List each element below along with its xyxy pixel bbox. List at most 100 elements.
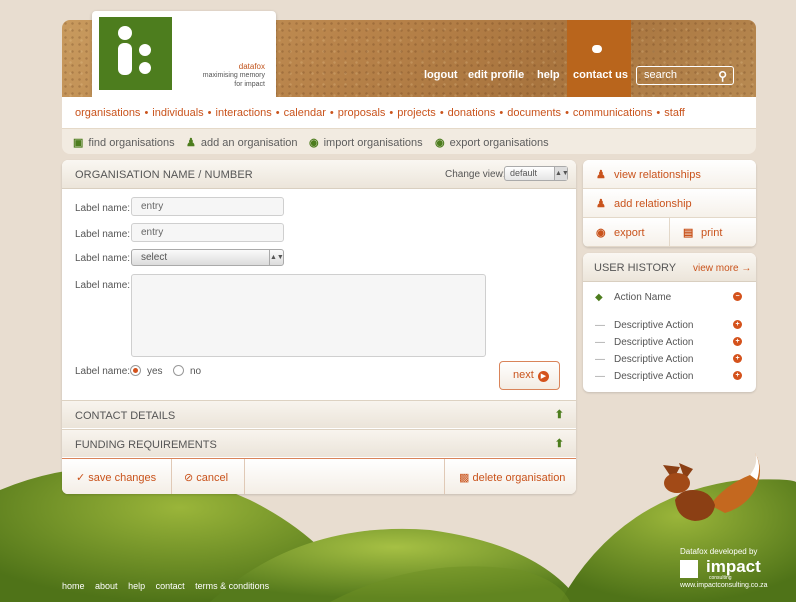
menu-item-calendar[interactable]: calendar	[284, 107, 326, 119]
menu-item-communications[interactable]: communications	[573, 107, 652, 119]
find-organisations-link[interactable]: ▣ find organisations	[73, 136, 175, 149]
footer-about-link[interactable]: about	[95, 581, 118, 591]
action-name: Action Name	[614, 292, 672, 303]
minus-icon[interactable]: −	[733, 292, 742, 301]
menu-item-proposals[interactable]: proposals	[338, 107, 386, 119]
impact-logo-icon	[680, 560, 698, 578]
footer-links: home about help contact terms & conditio…	[62, 581, 277, 591]
arrow-right-icon: →	[741, 263, 752, 274]
field-label: Label name:	[75, 203, 131, 214]
search-icon[interactable]: ⚲	[718, 69, 727, 83]
check-circle-icon: ✓	[76, 472, 86, 484]
footer-terms-link[interactable]: terms & conditions	[195, 581, 269, 591]
search-placeholder: search	[644, 69, 678, 81]
dash-icon: —	[595, 354, 605, 365]
menu-separator: •	[499, 107, 504, 119]
find-organisations-label: find organisations	[88, 137, 175, 149]
edit-profile-link[interactable]: edit profile	[468, 69, 524, 81]
print-button[interactable]: ▤ print	[670, 218, 756, 247]
entry-field-2[interactable]: entry	[131, 223, 284, 242]
cancel-button[interactable]: ⊘ cancel	[184, 471, 228, 484]
cancel-label: cancel	[196, 472, 229, 484]
plus-icon[interactable]: +	[733, 354, 742, 363]
menu-item-donations[interactable]: donations	[448, 107, 496, 119]
add-person-icon: ♟	[186, 137, 196, 149]
arrow-right-icon: ▶	[538, 371, 549, 382]
textarea-field[interactable]	[131, 274, 486, 357]
search-input[interactable]: search ⚲	[636, 66, 734, 85]
funding-requirements-section[interactable]: FUNDING REQUIREMENTS ⬆	[62, 429, 576, 457]
change-view-select[interactable]: default ▲▼	[504, 166, 569, 181]
datafox-logo[interactable]	[99, 17, 172, 90]
menu-item-individuals[interactable]: individuals	[152, 107, 203, 119]
add-relationship-label: add relationship	[614, 198, 692, 210]
expand-up-icon[interactable]: ⬆	[555, 408, 564, 421]
menu-separator: •	[389, 107, 394, 119]
field-label: Label name:	[75, 280, 131, 291]
export-button[interactable]: ◉ export	[583, 218, 670, 247]
change-view-label: Change view:	[445, 169, 506, 180]
help-link[interactable]: help	[537, 69, 560, 81]
footer-contact-link[interactable]: contact	[156, 581, 185, 591]
dash-icon: —	[595, 320, 605, 331]
history-item-label: Descriptive Action	[614, 371, 694, 382]
main-menu: organisations • individuals • interactions • c…	[62, 97, 756, 128]
view-relationships-button[interactable]: ♟ view relationships	[583, 160, 756, 189]
add-organisation-link[interactable]: ♟ add an organisation	[186, 136, 298, 149]
logo-mark-icon	[118, 26, 151, 75]
panel-footer: ✓ save changes ⊘ cancel ▩ delete organis…	[62, 458, 576, 494]
menu-separator: •	[329, 107, 334, 119]
export-organisations-link[interactable]: ◉ export organisations	[435, 136, 549, 149]
developer-credit[interactable]: Datafox developed by impact consulting w…	[680, 547, 780, 589]
radio-yes-label: yes	[147, 366, 163, 377]
contact-us-link[interactable]: contact us	[573, 69, 628, 81]
import-organisations-link[interactable]: ◉ import organisations	[309, 136, 423, 149]
add-person-icon: ♟	[596, 198, 606, 210]
export-label: export	[614, 227, 645, 239]
radio-no[interactable]	[173, 365, 184, 376]
brand-text: datafox maximising memory for impact	[180, 62, 265, 89]
user-history-panel: USER HISTORY view more → ◆ Action Name −…	[583, 253, 756, 392]
history-item-label: Descriptive Action	[614, 337, 694, 348]
impact-name: impact	[706, 557, 761, 576]
tag-icon: ◆	[595, 292, 603, 303]
plus-icon[interactable]: +	[733, 320, 742, 329]
contact-details-section[interactable]: CONTACT DETAILS ⬆	[62, 400, 576, 428]
menu-item-staff[interactable]: staff	[664, 107, 685, 119]
brand-tagline-2: for impact	[234, 81, 265, 88]
contact-highlight	[567, 20, 631, 97]
trash-icon: ▩	[459, 472, 470, 484]
view-more-label: view more	[693, 263, 739, 274]
magnifier-icon: ▣	[73, 137, 84, 149]
side-actions: ♟ view relationships ♟ add relationship …	[583, 160, 756, 247]
plus-icon[interactable]: +	[733, 337, 742, 346]
save-changes-button[interactable]: ✓ save changes	[76, 471, 156, 484]
menu-separator: •	[656, 107, 661, 119]
menu-item-projects[interactable]: projects	[397, 107, 436, 119]
add-relationship-button[interactable]: ♟ add relationship	[583, 189, 756, 218]
plus-icon[interactable]: +	[733, 371, 742, 380]
add-organisation-label: add an organisation	[200, 137, 298, 149]
select-value: select	[141, 252, 168, 263]
expand-up-icon[interactable]: ⬆	[555, 437, 564, 450]
menu-separator: •	[144, 107, 149, 119]
view-more-link[interactable]: view more →	[693, 263, 751, 274]
fox-illustration	[663, 453, 760, 521]
logout-link[interactable]: logout	[424, 69, 458, 81]
menu-item-organisations[interactable]: organisations	[75, 107, 140, 119]
menu-item-interactions[interactable]: interactions	[216, 107, 272, 119]
select-field[interactable]: select ▲▼	[131, 249, 284, 266]
footer-help-link[interactable]: help	[128, 581, 145, 591]
radio-no-label: no	[190, 366, 202, 377]
updown-icon: ▲▼	[269, 250, 284, 265]
export-icon: ◉	[435, 137, 445, 149]
entry-field-1[interactable]: entry	[131, 197, 284, 216]
radio-yes[interactable]	[130, 365, 141, 376]
user-history-header: USER HISTORY view more →	[583, 253, 756, 282]
delete-organisation-button[interactable]: ▩ delete organisation	[459, 471, 565, 484]
menu-item-documents[interactable]: documents	[507, 107, 561, 119]
next-button[interactable]: next ▶	[499, 361, 560, 390]
updown-icon: ▲▼	[554, 167, 569, 180]
footer-home-link[interactable]: home	[62, 581, 85, 591]
brand-tagline: maximising memory	[202, 72, 265, 79]
